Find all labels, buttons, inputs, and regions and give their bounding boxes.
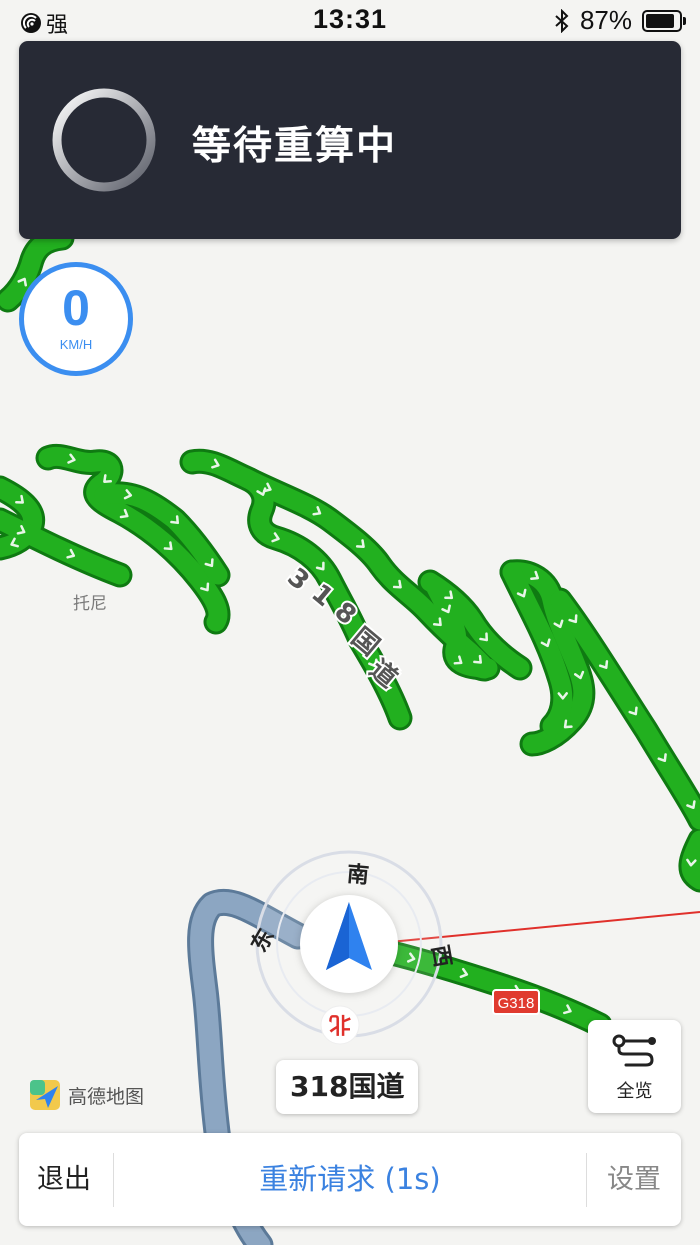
overview-button[interactable]: 全览 [588, 1020, 681, 1113]
speedometer: 0 KM/H [19, 262, 133, 376]
current-road-name: 318国道 [276, 1060, 419, 1114]
retry-request-button[interactable]: 重新请求 (1s) [114, 1133, 586, 1226]
amap-logo: 高德地图 [28, 1078, 144, 1112]
amap-logo-text: 高德地图 [68, 1085, 145, 1108]
recalculating-banner: 等待重算中 [19, 41, 681, 239]
divider [586, 1153, 587, 1207]
place-label: 托尼 [73, 594, 107, 614]
banner-message: 等待重算中 [192, 124, 398, 169]
compass-north: 北 [329, 1011, 351, 1036]
route-overview-icon [612, 1034, 656, 1067]
overview-label: 全览 [616, 1081, 653, 1102]
loading-spinner-icon [52, 88, 156, 192]
speed-value: 0 [62, 280, 90, 336]
amap-logo-icon [30, 1080, 60, 1110]
status-bar: 强 13:31 87% [0, 0, 700, 40]
exit-button[interactable]: 退出 [37, 1133, 91, 1226]
bottom-action-bar: 退出 重新请求 (1s) 设置 [19, 1133, 681, 1226]
svg-text:G318: G318 [498, 995, 535, 1012]
compass-south: 南 [346, 862, 370, 889]
battery-icon [642, 9, 686, 32]
speed-unit: KM/H [59, 337, 93, 352]
bluetooth-icon [555, 8, 569, 33]
settings-button[interactable]: 设置 [607, 1133, 661, 1226]
battery-percent: 87% [579, 5, 632, 35]
compass: 南 东 西 北 [246, 850, 455, 1045]
compass-west: 西 [426, 943, 454, 969]
highway-shield: G318 [492, 989, 540, 1015]
